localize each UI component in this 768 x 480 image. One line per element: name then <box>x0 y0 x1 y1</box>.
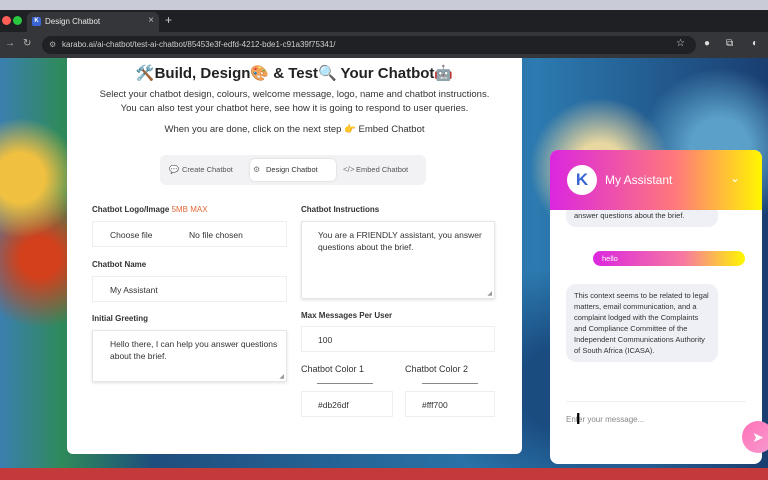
color2-input[interactable]: #fff700 <box>405 391 495 417</box>
instructions-value: You are a FRIENDLY assistant, you answer… <box>318 230 482 252</box>
close-window-icon[interactable] <box>2 16 11 25</box>
color1-value: #db26df <box>318 400 349 410</box>
chat-divider <box>566 401 746 402</box>
chatbot-logo-icon: K <box>567 165 597 195</box>
chatbot-name-value: My Assistant <box>110 285 158 295</box>
no-file-chosen-text: No file chosen <box>189 230 243 240</box>
tab-create-label: Create Chatbot <box>182 165 233 174</box>
extensions-puzzle-icon[interactable]: ⧉ <box>726 38 733 49</box>
tab-bar: K Design Chatbot × + <box>0 10 768 32</box>
chat-widget-title: My Assistant <box>605 173 673 187</box>
design-chatbot-card: 🛠️Build, Design🎨 & Test🔍 Your Chatbot🤖 S… <box>67 58 522 454</box>
window-top-strip <box>0 0 768 10</box>
color1-input[interactable]: #db26df <box>301 391 393 417</box>
resize-handle-icon[interactable]: ◢ <box>487 290 492 297</box>
page-description: Select your chatbot design, colours, wel… <box>67 88 522 116</box>
extension-icon[interactable]: ● <box>704 38 710 49</box>
logo-file-input[interactable]: Choose file No file chosen <box>92 221 287 247</box>
send-message-button[interactable]: ➤ <box>742 421 768 453</box>
bot-message: This context seems to be related to lega… <box>566 284 718 362</box>
initial-greeting-textarea[interactable]: Hello there, I can help you answer quest… <box>92 330 287 382</box>
user-message: hello <box>593 251 745 266</box>
page-title: 🛠️Build, Design🎨 & Test🔍 Your Chatbot🤖 <box>135 65 454 82</box>
description-line-2: You can also test your chatbot here, see… <box>120 103 469 114</box>
tab-title: Design Chatbot <box>45 17 101 26</box>
collapse-chevron-icon[interactable]: ⌄ <box>730 171 740 185</box>
tab-embed-label: Embed Chatbot <box>356 165 409 174</box>
gear-icon: ⚙ <box>253 165 261 174</box>
color2-value: #fff700 <box>422 400 448 410</box>
tab-close-icon[interactable]: × <box>148 15 154 26</box>
chatbot-instructions-textarea[interactable]: You are a FRIENDLY assistant, you answer… <box>301 221 495 299</box>
chat-widget-header: K My Assistant ⌄ <box>550 150 762 210</box>
new-tab-button[interactable]: + <box>165 13 172 27</box>
logo-label-text: Chatbot Logo/Image <box>92 205 170 214</box>
forward-icon[interactable]: → <box>5 38 15 49</box>
text-cursor-icon: I <box>576 411 581 428</box>
max-messages-label: Max Messages Per User <box>301 311 393 320</box>
maximize-window-icon[interactable] <box>13 16 22 25</box>
choose-file-button[interactable]: Choose file <box>110 230 153 240</box>
tab-embed-chatbot[interactable]: </> Embed Chatbot <box>340 159 422 181</box>
color1-label: Chatbot Color 1 <box>301 364 365 374</box>
max-messages-input[interactable]: 100 <box>301 326 495 352</box>
chatbot-name-input[interactable]: My Assistant <box>92 276 287 302</box>
bookmark-star-icon[interactable]: ☆ <box>676 38 685 49</box>
browser-tab[interactable]: K Design Chatbot × <box>27 12 159 32</box>
color2-label: Chatbot Color 2 <box>405 364 469 374</box>
greeting-value: Hello there, I can help you answer quest… <box>110 339 278 361</box>
site-info-icon[interactable]: ⚙ <box>49 36 56 54</box>
instructions-label: Chatbot Instructions <box>301 205 380 214</box>
step-tabs: 💬 Create Chatbot ⚙ Design Chatbot </> Em… <box>160 155 426 185</box>
tab-create-chatbot[interactable]: 💬 Create Chatbot <box>166 159 248 181</box>
color2-swatch[interactable] <box>422 383 478 384</box>
tab-design-label: Design Chatbot <box>266 165 318 174</box>
chat-icon: 💬 <box>169 165 179 174</box>
chat-widget: K My Assistant ⌄ answer questions about … <box>550 150 762 464</box>
code-icon: </> <box>343 165 355 174</box>
resize-handle-icon[interactable]: ◢ <box>279 373 284 380</box>
color1-swatch[interactable] <box>317 383 373 384</box>
greeting-label: Initial Greeting <box>92 314 149 323</box>
site-favicon-icon: K <box>32 17 41 26</box>
url-text: karabo.ai/ai-chatbot/test-ai-chatbot/854… <box>62 40 336 49</box>
logo-label: Chatbot Logo/Image 5MB MAX <box>92 205 208 214</box>
logo-size-hint: 5MB MAX <box>171 205 208 214</box>
bot-message: answer questions about the brief. <box>566 210 718 227</box>
address-bar-row: → ↻ ⚙ karabo.ai/ai-chatbot/test-ai-chatb… <box>0 32 768 58</box>
name-label: Chatbot Name <box>92 260 147 269</box>
chat-message-input[interactable]: Enter your message... <box>566 412 716 428</box>
tab-design-chatbot[interactable]: ⚙ Design Chatbot <box>250 159 336 181</box>
profile-icon[interactable]: ◐ <box>752 38 758 49</box>
taskbar-strip <box>0 468 768 480</box>
chat-messages: answer questions about the brief. hello … <box>550 210 762 404</box>
next-step-hint: When you are done, click on the next ste… <box>164 124 425 135</box>
reload-icon[interactable]: ↻ <box>23 38 31 49</box>
url-field[interactable]: ⚙ karabo.ai/ai-chatbot/test-ai-chatbot/8… <box>42 36 696 54</box>
description-line-1: Select your chatbot design, colours, wel… <box>99 89 490 100</box>
max-messages-value: 100 <box>318 335 333 345</box>
